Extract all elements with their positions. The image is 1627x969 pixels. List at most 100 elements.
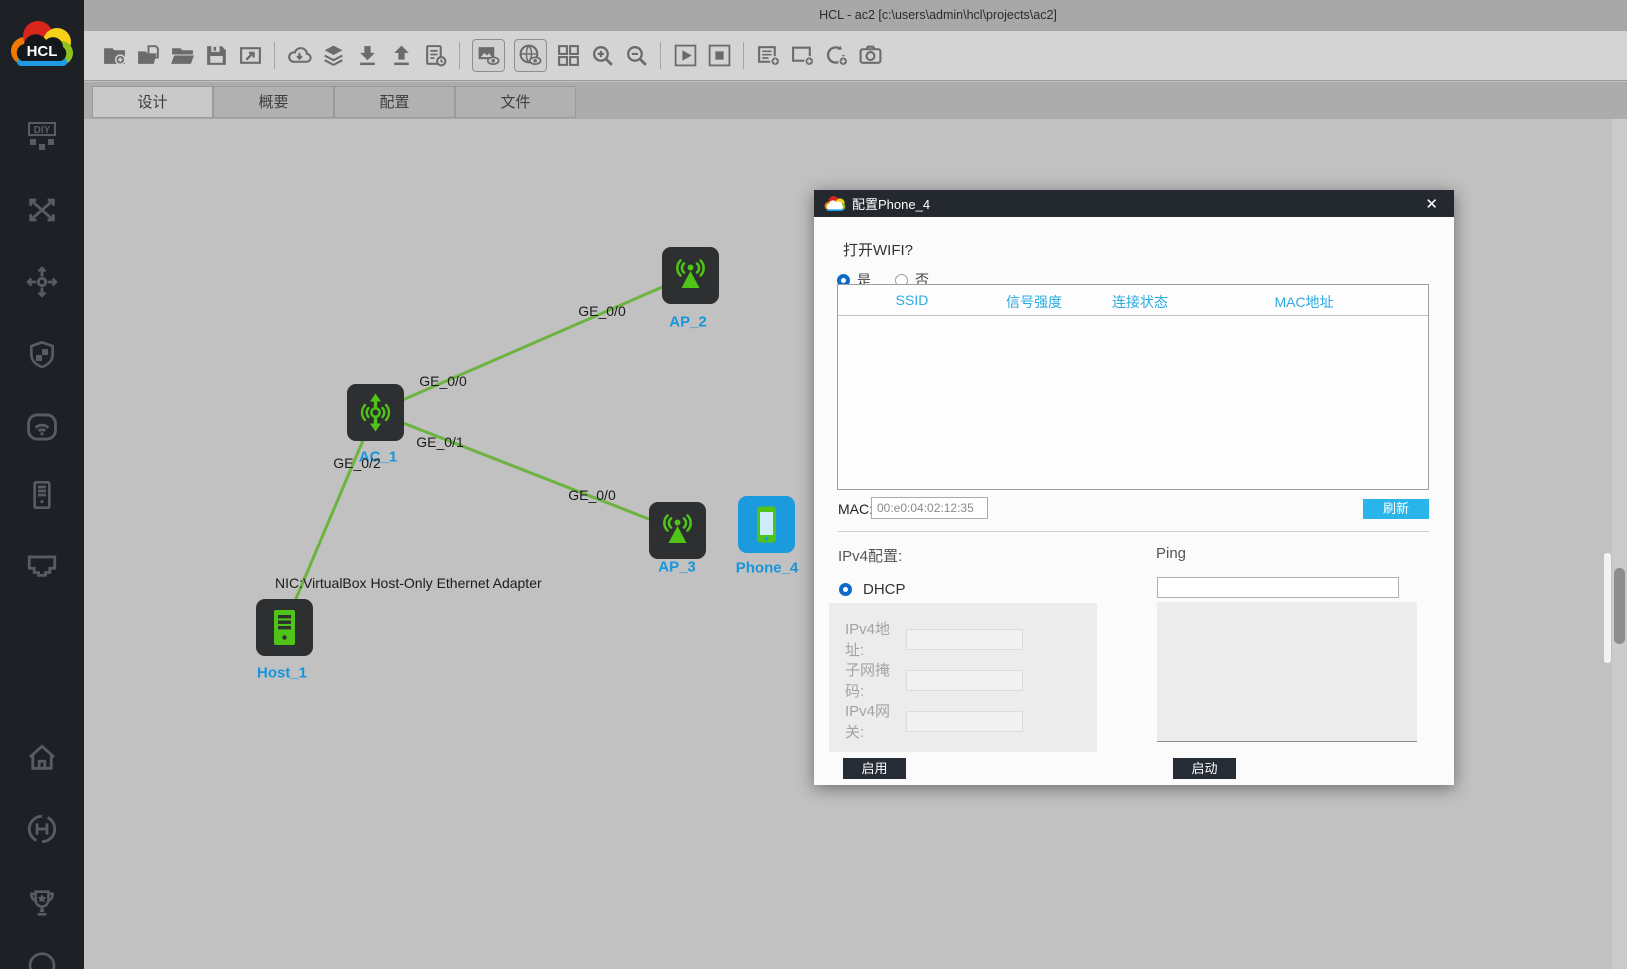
port-label: GE_0/0 [568,487,616,503]
ipv4-gateway-label: IPv4网关: [845,703,891,741]
open-folder-icon[interactable] [170,43,195,68]
diy-icon-text: DIY [34,125,51,136]
main-toolbar [84,31,1627,81]
tab-summary[interactable]: 概要 [213,86,334,118]
sidebar-item-link-mode[interactable] [25,193,59,227]
sidebar-item-rank[interactable] [25,886,59,920]
sidebar-item-wireless[interactable] [25,410,59,444]
hcl-logo: HCL [9,18,75,70]
dhcp-label: DHCP [863,581,906,598]
link-AC_1-AP_3[interactable] [374,410,678,532]
report-icon[interactable] [423,43,448,68]
toolbar-separator [743,42,744,69]
device-AC_1[interactable] [346,383,404,441]
ssid-table[interactable]: SSID 信号强度 连接状态 MAC地址 [837,284,1429,490]
export-project-icon[interactable] [238,43,263,68]
sidebar-item-move-mode[interactable] [25,265,59,299]
open-project-icon[interactable] [136,43,161,68]
scroll-indicator [1604,553,1611,663]
zoom-in-icon[interactable] [590,43,615,68]
sidebar-item-server[interactable] [26,478,58,512]
sidebar-item-adapter[interactable] [24,547,60,581]
sidebar-item-diy[interactable]: DIY [22,121,62,155]
export-icon[interactable] [389,43,414,68]
device-AP_3[interactable] [648,501,706,559]
import-icon[interactable] [355,43,380,68]
ssid-table-header: SSID 信号强度 连接状态 MAC地址 [838,285,1428,316]
ipv4-disabled-panel: IPv4地址: 子网掩码: IPv4网关: [829,603,1097,752]
mac-input[interactable]: 00:e0:04:02:12:35 [871,497,988,519]
enable-button[interactable]: 启用 [843,758,906,779]
device-label-AP_3: AP_3 [658,558,696,576]
subnet-mask-label: 子网掩码: [845,662,891,700]
phone4-config-dialog: 配置Phone_4 ✕ 打开WIFI? 是 否 SSID 信号强度 连接状态 MAC地… [814,190,1454,785]
toolbar-separator [274,42,275,69]
device-label-Phone_4: Phone_4 [735,559,799,577]
dialog-divider [838,531,1429,532]
add-device-list-icon[interactable] [756,43,781,68]
topology-canvas[interactable]: NIC:VirtualBox Host-Only Ethernet Adapte… [84,119,1612,969]
ssid-col-header: 连接状态 [1112,294,1168,310]
ping-output-area [1157,602,1417,742]
vertical-scrollbar[interactable] [1612,119,1627,969]
sidebar-item-user[interactable] [26,947,58,969]
start-all-icon[interactable] [673,43,698,68]
scrollbar-thumb[interactable] [1614,568,1625,644]
add-connection-icon[interactable] [824,43,849,68]
nic-label: NIC:VirtualBox Host-Only Ethernet Adapte… [275,575,542,591]
hcl-cloud-icon [824,195,846,212]
window-title: HCL - ac2 [c:\users\admin\hcl\projects\a… [819,8,1057,22]
dhcp-radio-row: DHCP [839,581,906,598]
device-label-AP_2: AP_2 [669,313,707,331]
grid-arrange-icon[interactable] [556,43,581,68]
port-label: GE_0/1 [416,434,464,450]
ipv4-section-label: IPv4配置: [838,548,903,565]
wifi-question-label: 打开WIFI? [843,242,913,259]
image-visibility-icon[interactable] [471,39,505,72]
ping-target-input[interactable] [1157,577,1399,598]
close-icon[interactable]: ✕ [1419,195,1444,213]
dialog-title: 配置Phone_4 [852,197,931,212]
view-tabstrip: 设计 概要 配置 文件 [84,82,1627,119]
tab-design[interactable]: 设计 [92,86,213,118]
ipv4-address-label: IPv4地址: [845,621,891,659]
ipv4-gateway-input[interactable] [906,710,1023,732]
port-label: GE_0/2 [333,455,381,471]
window-titlebar: HCL - ac2 [c:\users\admin\hcl\projects\a… [84,0,1627,31]
device-label-Host_1: Host_1 [256,664,308,682]
ssid-col-header: 信号强度 [1006,294,1062,310]
hcl-logo-text: HCL [27,43,58,60]
new-project-icon[interactable] [102,43,127,68]
save-icon[interactable] [204,43,229,68]
sidebar-item-firewall[interactable] [26,338,58,372]
sidebar-item-home[interactable] [25,740,59,774]
cloud-download-icon[interactable] [287,43,312,68]
ssid-col-header: MAC地址 [1274,294,1334,310]
device-stack-icon[interactable] [321,43,346,68]
hcl-app-window: HCL DIY HCL - ac2 [c:\users\admin\hcl\pr… [0,0,1627,969]
ipv4-address-input[interactable] [906,628,1023,650]
device-AP_2[interactable] [661,246,719,304]
mac-label: MAC: [838,501,873,517]
dialog-titlebar[interactable]: 配置Phone_4 ✕ [814,190,1454,217]
refresh-button[interactable]: 刷新 [1363,499,1429,519]
device-Phone_4[interactable] [737,495,795,553]
toolbar-separator [459,42,460,69]
subnet-mask-input[interactable] [906,669,1023,691]
network-visibility-icon[interactable] [513,39,547,72]
ping-section-label: Ping [1156,545,1187,562]
sidebar-item-hcl-h[interactable] [25,812,59,846]
port-label: GE_0/0 [419,373,467,389]
dhcp-radio[interactable] [839,583,852,596]
link-AC_1-AP_2[interactable] [374,273,691,414]
stop-all-icon[interactable] [707,43,732,68]
tab-files[interactable]: 文件 [455,86,576,118]
start-ping-button[interactable]: 启动 [1173,758,1236,779]
tab-config[interactable]: 配置 [334,86,455,118]
device-Host_1[interactable] [255,598,313,656]
zoom-out-icon[interactable] [624,43,649,68]
link-AC_1-Host_1[interactable] [282,411,377,628]
add-note-icon[interactable] [790,43,815,68]
port-label: GE_0/0 [578,303,626,319]
screenshot-camera-icon[interactable] [858,43,883,68]
